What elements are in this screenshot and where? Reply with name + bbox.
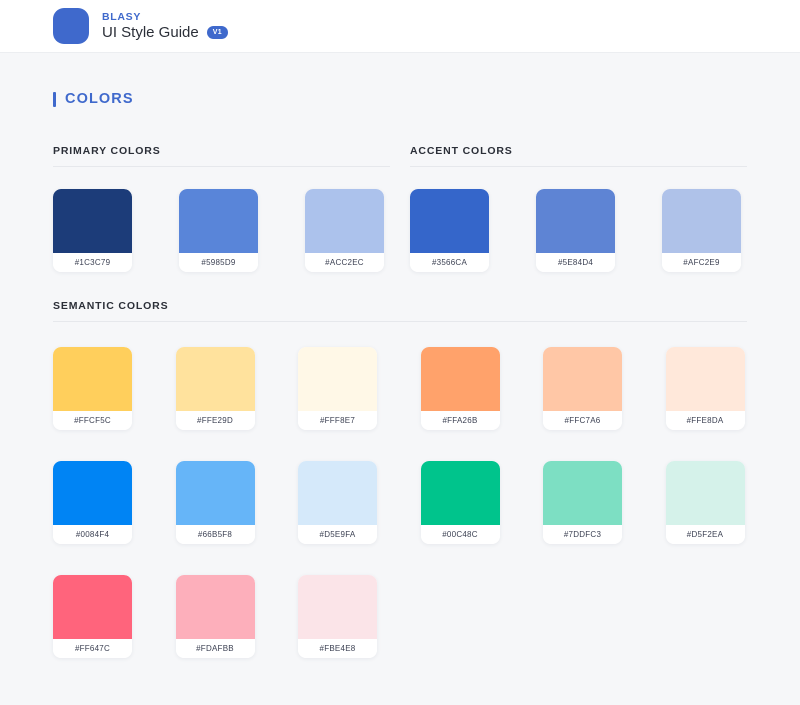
color-swatch-card[interactable]: #1C3C79	[53, 189, 132, 272]
color-swatch-card[interactable]: #66B5F8	[175, 461, 255, 544]
swatch-hex-label: #FFF8E7	[298, 411, 377, 430]
group-label-semantic: SEMANTIC COLORS	[53, 300, 169, 312]
swatch-hex-label: #FFA26B	[420, 411, 500, 430]
swatch-color-chip	[175, 347, 255, 411]
swatch-grid-primary: #1C3C79 #5985D9 #ACC2EC	[53, 189, 390, 272]
brand[interactable]: BLASY UI Style Guide V1	[53, 8, 228, 44]
group-divider-primary	[53, 166, 390, 167]
swatch-hex-label: #0084F4	[53, 525, 132, 544]
swatch-hex-label: #3566CA	[410, 253, 489, 272]
version-badge: V1	[206, 26, 228, 39]
swatch-color-chip	[179, 189, 258, 253]
swatch-hex-label: #D5E9FA	[298, 525, 377, 544]
swatch-hex-label: #1C3C79	[53, 253, 132, 272]
group-accent-colors: ACCENT COLORS #3566CA #5E84D4 #AFC2E9	[410, 145, 747, 272]
swatch-hex-label: #FF647C	[53, 639, 132, 658]
swatch-grid-accent: #3566CA #5E84D4 #AFC2E9	[410, 189, 747, 272]
page-body: COLORS PRIMARY COLORS #1C3C79 #5985D9 #A…	[0, 53, 800, 658]
page-title: UI Style Guide	[102, 23, 199, 41]
color-swatch-card[interactable]: #5E84D4	[536, 189, 615, 272]
app-header: BLASY UI Style Guide V1	[0, 0, 800, 53]
group-divider-semantic	[53, 321, 747, 322]
group-semantic-colors: SEMANTIC COLORS #FFCF5C #FFE29D #FFF8E7 #FF…	[53, 300, 747, 658]
swatch-hex-label: #D5F2EA	[665, 525, 745, 544]
color-swatch-card[interactable]: #FFA26B	[420, 347, 500, 430]
swatch-color-chip	[536, 189, 615, 253]
section-header-colors: COLORS	[53, 53, 747, 107]
swatch-hex-label: #66B5F8	[175, 525, 255, 544]
color-swatch-card[interactable]: #FFC7A6	[543, 347, 622, 430]
color-swatch-card[interactable]: #FFE29D	[175, 347, 255, 430]
swatch-color-chip	[175, 575, 255, 639]
swatch-hex-label: #7DDFC3	[543, 525, 622, 544]
swatch-color-chip	[662, 189, 741, 253]
swatch-hex-label: #5985D9	[179, 253, 258, 272]
section-title: COLORS	[65, 91, 134, 107]
color-swatch-card[interactable]: #0084F4	[53, 461, 132, 544]
brand-name: BLASY	[102, 10, 142, 23]
swatch-hex-label: #FFE8DA	[665, 411, 745, 430]
color-groups-row: PRIMARY COLORS #1C3C79 #5985D9 #ACC2EC A…	[53, 145, 747, 272]
color-swatch-card[interactable]: #AFC2E9	[662, 189, 741, 272]
swatch-color-chip	[298, 461, 377, 525]
swatch-color-chip	[298, 347, 377, 411]
swatch-hex-label: #AFC2E9	[662, 253, 741, 272]
brand-text: BLASY UI Style Guide V1	[102, 11, 228, 42]
color-swatch-card[interactable]: #FFE8DA	[665, 347, 745, 430]
swatch-color-chip	[665, 347, 745, 411]
color-swatch-card[interactable]: #00C48C	[420, 461, 500, 544]
swatch-hex-label: #FDAFBB	[175, 639, 255, 658]
swatch-hex-label: #00C48C	[420, 525, 500, 544]
swatch-color-chip	[175, 461, 255, 525]
color-swatch-card[interactable]: #7DDFC3	[543, 461, 622, 544]
swatch-color-chip	[53, 575, 132, 639]
swatch-color-chip	[53, 347, 132, 411]
color-swatch-card[interactable]: #FBE4E8	[298, 575, 377, 658]
section-accent-bar	[53, 91, 56, 107]
swatch-hex-label: #FBE4E8	[298, 639, 377, 658]
swatch-grid-semantic: #FFCF5C #FFE29D #FFF8E7 #FFA26B #FFC7A6 #FFE8…	[53, 347, 747, 658]
color-swatch-card[interactable]: #D5E9FA	[298, 461, 377, 544]
app-logo-icon	[53, 8, 89, 44]
color-swatch-card[interactable]: #ACC2EC	[305, 189, 384, 272]
group-divider-accent	[410, 166, 747, 167]
swatch-color-chip	[420, 461, 500, 525]
color-swatch-card[interactable]: #FDAFBB	[175, 575, 255, 658]
swatch-color-chip	[420, 347, 500, 411]
color-swatch-card[interactable]: #FFF8E7	[298, 347, 377, 430]
color-swatch-card[interactable]: #FF647C	[53, 575, 132, 658]
swatch-hex-label: #FFCF5C	[53, 411, 132, 430]
color-swatch-card[interactable]: #FFCF5C	[53, 347, 132, 430]
swatch-color-chip	[53, 189, 132, 253]
swatch-hex-label: #FFC7A6	[543, 411, 622, 430]
color-swatch-card[interactable]: #D5F2EA	[665, 461, 745, 544]
group-label-accent: ACCENT COLORS	[410, 145, 513, 157]
swatch-color-chip	[410, 189, 489, 253]
swatch-color-chip	[665, 461, 745, 525]
swatch-color-chip	[53, 461, 132, 525]
group-primary-colors: PRIMARY COLORS #1C3C79 #5985D9 #ACC2EC	[53, 145, 390, 272]
group-label-primary: PRIMARY COLORS	[53, 145, 161, 157]
swatch-color-chip	[298, 575, 377, 639]
swatch-color-chip	[543, 347, 622, 411]
color-swatch-card[interactable]: #5985D9	[179, 189, 258, 272]
brand-title-row: UI Style Guide V1	[102, 24, 228, 42]
swatch-hex-label: #5E84D4	[536, 253, 615, 272]
swatch-color-chip	[305, 189, 384, 253]
swatch-hex-label: #FFE29D	[175, 411, 255, 430]
swatch-color-chip	[543, 461, 622, 525]
color-swatch-card[interactable]: #3566CA	[410, 189, 489, 272]
swatch-hex-label: #ACC2EC	[305, 253, 384, 272]
